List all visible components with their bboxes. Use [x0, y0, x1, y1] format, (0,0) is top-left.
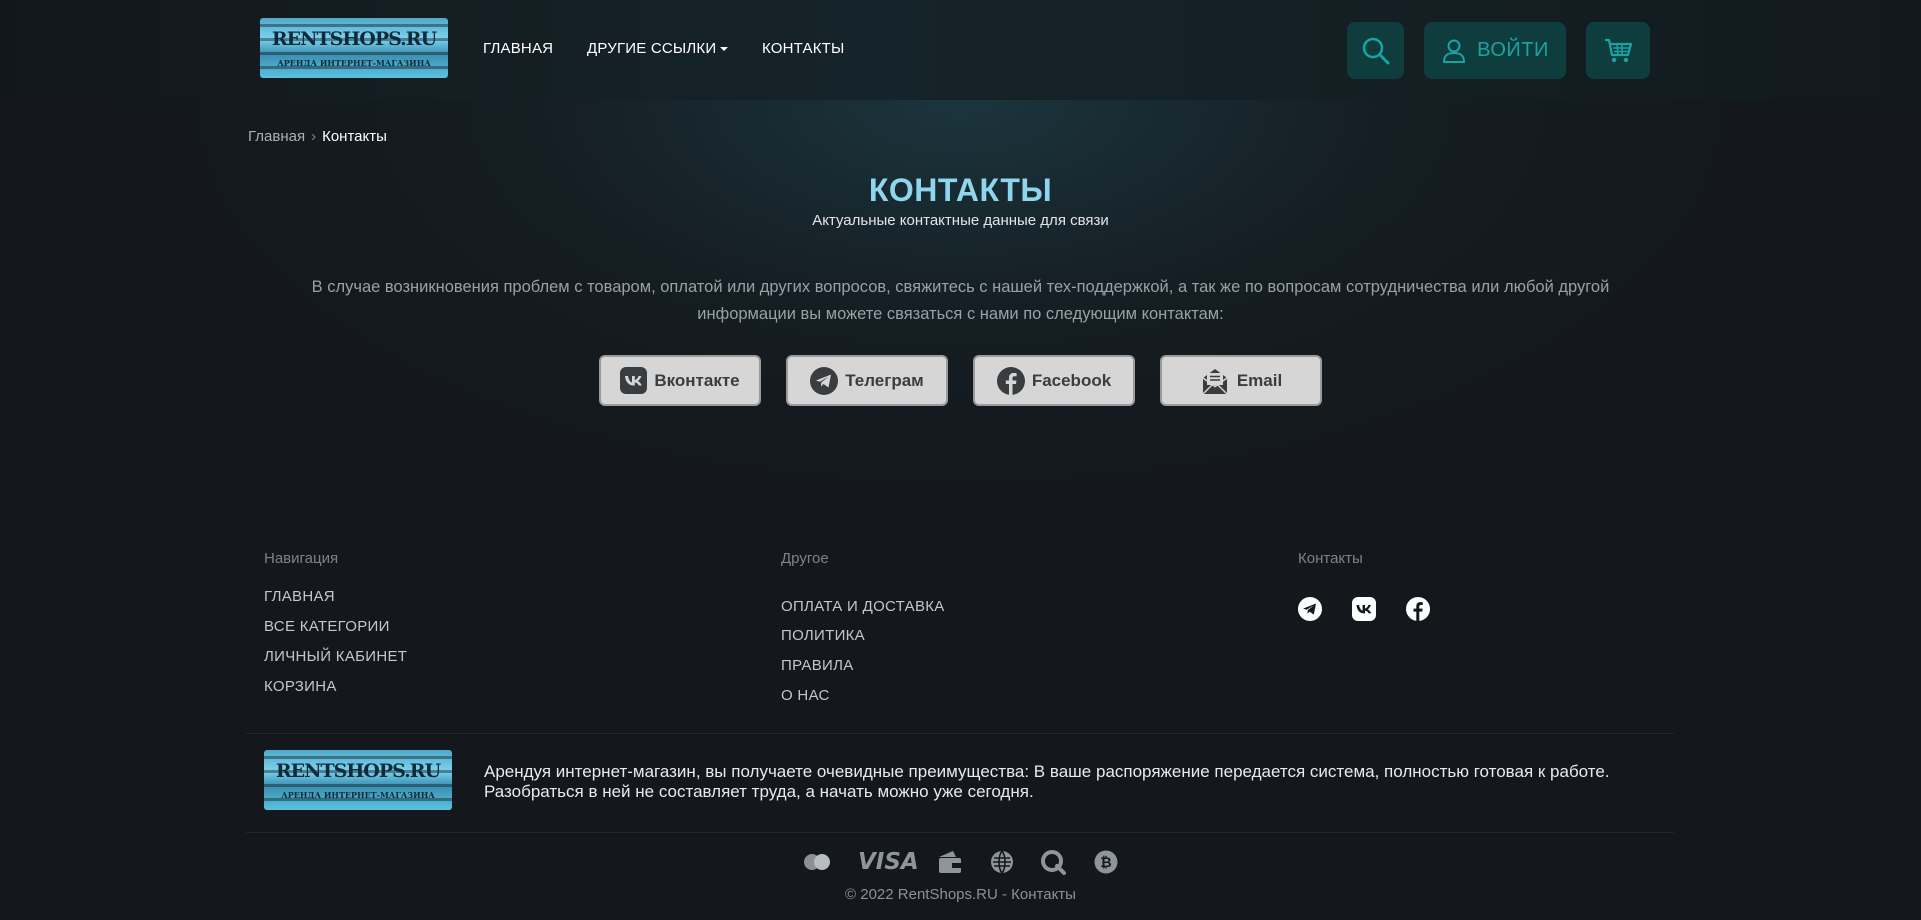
telegram-button[interactable]: Телеграм [786, 355, 948, 406]
svg-text:₿: ₿ [1100, 855, 1111, 871]
telegram-label: Телеграм [845, 370, 924, 390]
facebook-button[interactable]: Facebook [973, 355, 1135, 406]
mastercard-icon [804, 854, 830, 870]
footer-logo-tagline: АРЕНДА ИНТЕРНЕТ-МАГАЗИНА [281, 790, 435, 800]
wallet-icon [939, 851, 961, 873]
site-logo[interactable]: RENTSHOPS.RU АРЕНДА ИНТЕРНЕТ-МАГАЗИНА [260, 18, 448, 78]
footer-divider-top [246, 733, 1674, 734]
login-label: ВОЙТИ [1477, 39, 1549, 61]
footer-link-categories[interactable]: ВСЕ КАТЕГОРИИ [264, 618, 390, 635]
facebook-icon [996, 366, 1025, 395]
vk-icon [620, 367, 648, 394]
footer-logo[interactable]: RENTSHOPS.RU АРЕНДА ИНТЕРНЕТ-МАГАЗИНА [264, 750, 452, 810]
chevron-right-icon: › [311, 128, 317, 145]
user-icon [1443, 39, 1466, 63]
visa-icon: VISA [858, 849, 919, 875]
telegram-icon [810, 366, 839, 395]
logo-tagline: АРЕНДА ИНТЕРНЕТ-МАГАЗИНА [277, 58, 431, 68]
breadcrumb-current: Контакты [322, 128, 387, 145]
footer-link-account[interactable]: ЛИЧНЫЙ КАБИНЕТ [264, 648, 407, 665]
vk-button[interactable]: Вконтакте [599, 355, 761, 406]
bitcoin-icon: ₿ [1094, 850, 1118, 874]
search-button[interactable] [1347, 22, 1404, 79]
cart-icon [1605, 38, 1633, 62]
chevron-down-icon [720, 47, 729, 52]
footer-contacts-heading: Контакты [1298, 550, 1363, 567]
footer-link-rules[interactable]: ПРАВИЛА [781, 657, 854, 674]
copyright: © 2022 RentShops.RU - Контакты [845, 886, 1076, 903]
footer-other-heading: Другое [781, 550, 829, 567]
logo-title: RENTSHOPS.RU [271, 28, 437, 50]
qiwi-icon [1041, 850, 1066, 875]
footer-link-cart[interactable]: КОРЗИНА [264, 678, 337, 695]
cart-button[interactable] [1586, 22, 1650, 79]
nav-home[interactable]: ГЛАВНАЯ [483, 40, 553, 57]
footer-link-home[interactable]: ГЛАВНАЯ [264, 588, 335, 605]
nav-other-links[interactable]: ДРУГИЕ ССЫЛКИ [587, 40, 729, 57]
nav-other-links-label: ДРУГИЕ ССЫЛКИ [587, 40, 717, 57]
breadcrumb: Главная › Контакты [248, 128, 387, 145]
email-label: Email [1236, 370, 1283, 390]
footer-link-payment[interactable]: ОПЛАТА И ДОСТАВКА [781, 598, 945, 615]
footer-nav-heading: Навигация [264, 550, 339, 567]
footer-link-policy[interactable]: ПОЛИТИКА [781, 627, 865, 644]
footer-about-text: Арендуя интернет-магазин, вы получаете о… [484, 762, 1610, 801]
email-icon [1202, 368, 1228, 394]
webmoney-icon [991, 850, 1013, 874]
breadcrumb-home[interactable]: Главная [248, 128, 305, 145]
contact-description: В случае возникновения проблем с товаром… [311, 278, 1610, 323]
footer-divider-bottom [246, 832, 1674, 833]
telegram-icon[interactable] [1298, 597, 1322, 621]
vk-label: Вконтакте [654, 370, 740, 390]
facebook-icon[interactable] [1406, 597, 1430, 621]
login-button[interactable]: ВОЙТИ [1424, 22, 1566, 79]
nav-contacts[interactable]: КОНТАКТЫ [762, 40, 845, 57]
search-icon [1362, 37, 1389, 64]
facebook-label: Facebook [1031, 370, 1112, 390]
email-button[interactable]: Email [1160, 355, 1322, 406]
vk-icon[interactable] [1352, 597, 1376, 621]
footer-link-about[interactable]: О НАС [781, 687, 830, 704]
footer-logo-title: RENTSHOPS.RU [275, 760, 441, 782]
page-subtitle: Актуальные контактные данные для связи [812, 212, 1109, 229]
page-title: КОНТАКТЫ [868, 172, 1053, 208]
